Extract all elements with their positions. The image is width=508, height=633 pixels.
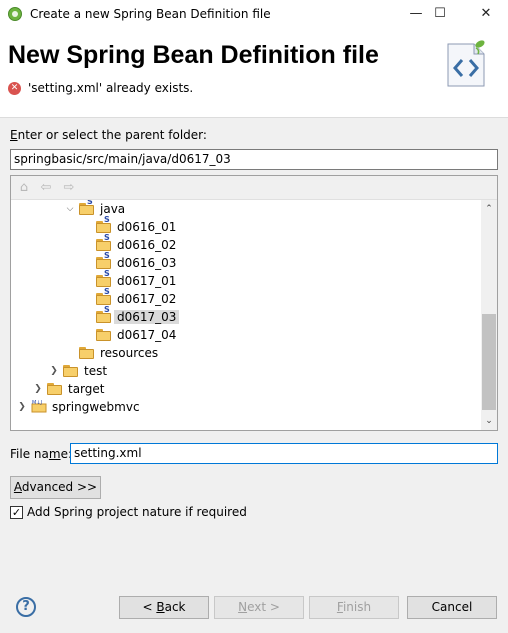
tree-item-d0617_01[interactable]: S d0617_01 [11, 270, 481, 290]
package-folder-icon: S [96, 216, 112, 233]
tree-item-d0617_04[interactable]: d0617_04 [11, 326, 481, 344]
cancel-button[interactable]: Cancel [407, 596, 497, 619]
tree-item-d0616_02[interactable]: S d0616_02 [11, 234, 481, 254]
folder-icon [63, 363, 79, 377]
error-icon: ✕ [8, 82, 21, 95]
tree-item-d0616_03[interactable]: S d0616_03 [11, 252, 481, 272]
package-folder-icon: S [96, 306, 112, 323]
source-folder-icon: S [79, 200, 95, 215]
help-icon[interactable]: ? [16, 597, 36, 617]
folder-icon [79, 345, 95, 359]
tree-toolbar: ⌂ ⇦ ⇨ [11, 176, 497, 200]
window-titlebar: Create a new Spring Bean Definition file… [0, 0, 508, 30]
error-message: 'setting.xml' already exists. [28, 81, 194, 95]
package-folder-icon: S [96, 234, 112, 251]
tree-scrollbar[interactable]: ⌃ ⌄ [481, 200, 497, 430]
tree-item-target[interactable]: ❯ target [11, 380, 481, 398]
expand-icon[interactable]: ❯ [33, 382, 43, 396]
folder-tree[interactable]: ⌂ ⇦ ⇨ ⌵ S java S d0616_01 S d0616_02 S d… [10, 175, 498, 431]
expand-icon[interactable]: ❯ [17, 400, 27, 414]
spring-nature-checkbox[interactable]: ✓ [10, 506, 23, 519]
svg-text:M↓J: M↓J [32, 400, 42, 406]
file-name-label: File name: [10, 447, 72, 461]
package-folder-icon [96, 327, 112, 341]
tree-item-d0617_03[interactable]: S d0617_03 [11, 306, 481, 326]
tree-item-d0616_01[interactable]: S d0616_01 [11, 216, 481, 236]
window-title: Create a new Spring Bean Definition file [30, 7, 271, 21]
maven-project-icon: M↓J [31, 400, 47, 413]
back-icon[interactable]: ⇦ [38, 180, 54, 196]
expand-icon[interactable]: ❯ [49, 364, 59, 378]
scroll-thumb[interactable] [482, 314, 496, 410]
tree-item-java[interactable]: ⌵ S java [11, 200, 481, 218]
folder-icon [47, 381, 63, 395]
finish-button[interactable]: Finish [309, 596, 399, 619]
parent-folder-input[interactable]: springbasic/src/main/java/d0617_03 [10, 149, 498, 170]
scroll-up-icon[interactable]: ⌃ [481, 200, 497, 218]
package-folder-icon: S [96, 252, 112, 269]
package-folder-icon: S [96, 270, 112, 287]
forward-icon[interactable]: ⇨ [61, 180, 77, 196]
close-button[interactable]: ✕ [464, 0, 508, 30]
next-button[interactable]: Next > [214, 596, 304, 619]
scroll-down-icon[interactable]: ⌄ [481, 412, 497, 430]
maximize-button[interactable]: ☐ [418, 0, 462, 30]
package-folder-icon: S [96, 288, 112, 305]
tree-item-test[interactable]: ❯ test [11, 362, 481, 380]
tree-rows: ⌵ S java S d0616_01 S d0616_02 S d0616_0… [11, 200, 481, 430]
back-button[interactable]: < Back [119, 596, 209, 619]
spring-app-icon [8, 7, 22, 21]
parent-folder-label: Enter or select the parent folder: [10, 128, 207, 142]
spring-nature-label: Add Spring project nature if required [27, 505, 247, 519]
collapse-icon[interactable]: ⌵ [65, 202, 75, 216]
wizard-header: New Spring Bean Definition file ✕ 'setti… [0, 30, 508, 118]
file-name-input[interactable]: setting.xml [70, 443, 498, 464]
page-title: New Spring Bean Definition file [8, 41, 379, 69]
spring-bean-file-icon [447, 40, 485, 87]
tree-item-springwebmvc[interactable]: ❯ M↓J springwebmvc [11, 398, 481, 416]
tree-item-resources[interactable]: resources [11, 344, 481, 362]
home-icon[interactable]: ⌂ [16, 180, 32, 196]
tree-item-d0617_02[interactable]: S d0617_02 [11, 288, 481, 308]
advanced-button[interactable]: Advanced >> [10, 476, 101, 499]
